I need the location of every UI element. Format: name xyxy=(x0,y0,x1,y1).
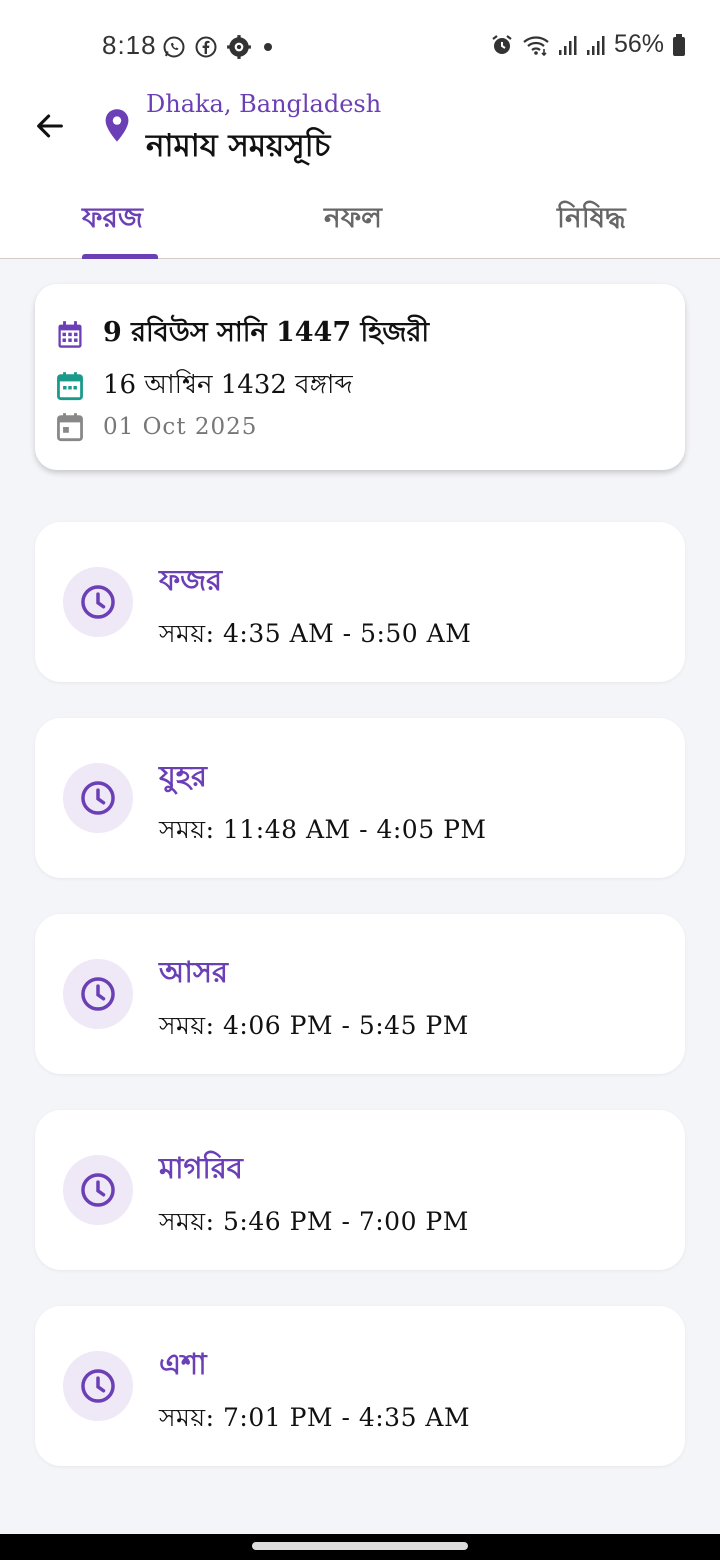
hijri-date: 9 রবিউস সানি 1447 হিজরী xyxy=(103,317,430,348)
prayer-card-asr[interactable]: আসর সময়: 4:06 PM - 5:45 PM xyxy=(35,914,685,1074)
calendar-month-icon xyxy=(55,371,85,401)
tab-farz[interactable]: ফরজ xyxy=(82,196,143,243)
location-label[interactable]: Dhaka, Bangladesh xyxy=(146,90,381,118)
clock-icon xyxy=(81,1369,115,1403)
signal-icon xyxy=(558,34,578,56)
location-pin-icon xyxy=(102,108,132,148)
system-icons: 56% xyxy=(490,30,686,59)
calendar-today-icon xyxy=(55,412,85,442)
prayer-card-fajr[interactable]: ফজর সময়: 4:35 AM - 5:50 AM xyxy=(35,522,685,682)
clock-badge xyxy=(63,959,133,1029)
battery-percent: 56% xyxy=(613,30,664,58)
hijri-date-row: 9 রবিউস সানি 1447 হিজরী xyxy=(55,312,429,357)
prayer-time: সময়: 11:48 AM - 4:05 PM xyxy=(159,815,487,844)
notification-icons xyxy=(162,34,276,60)
tab-forbidden[interactable]: নিষিদ্ধ xyxy=(557,196,626,243)
clock-icon xyxy=(81,1173,115,1207)
system-nav-bar xyxy=(0,1534,720,1560)
gear-notification-icon xyxy=(226,34,252,60)
prayer-time: সময়: 5:46 PM - 7:00 PM xyxy=(159,1207,469,1236)
prayer-name: আসর xyxy=(159,955,228,989)
facebook-icon xyxy=(194,35,218,59)
gregorian-date: 01 Oct 2025 xyxy=(103,414,258,440)
tab-bar: ফরজ নফল নিষিদ্ধ xyxy=(0,180,720,259)
wifi-icon xyxy=(522,33,550,57)
clock-icon xyxy=(81,585,115,619)
clock-badge xyxy=(63,1155,133,1225)
back-arrow-icon xyxy=(37,114,63,138)
calendar-icon xyxy=(55,320,85,350)
app-header: Dhaka, Bangladesh নামায সময়সূচি xyxy=(0,90,720,180)
alarm-icon xyxy=(490,33,514,57)
prayer-card-dhuhr[interactable]: যুহর সময়: 11:48 AM - 4:05 PM xyxy=(35,718,685,878)
home-indicator[interactable] xyxy=(252,1542,468,1550)
prayer-card-isha[interactable]: এশা সময়: 7:01 PM - 4:35 AM xyxy=(35,1306,685,1466)
clock-icon xyxy=(81,977,115,1011)
page-title: নামায সময়সূচি xyxy=(146,128,331,164)
status-time: 8:18 xyxy=(102,30,157,60)
prayer-card-maghrib[interactable]: মাগরিব সময়: 5:46 PM - 7:00 PM xyxy=(35,1110,685,1270)
bangla-date: 16 আশ্বিন 1432 বঙ্গাব্দ xyxy=(103,370,353,400)
prayer-time: সময়: 4:06 PM - 5:45 PM xyxy=(159,1011,469,1040)
whatsapp-icon xyxy=(162,35,186,59)
prayer-name: যুহর xyxy=(159,759,207,793)
battery-icon xyxy=(672,33,686,57)
prayer-time: সময়: 7:01 PM - 4:35 AM xyxy=(159,1403,471,1432)
tab-nafl[interactable]: নফল xyxy=(324,196,382,243)
back-button[interactable] xyxy=(26,102,74,150)
gregorian-date-row: 01 Oct 2025 xyxy=(55,412,257,442)
prayer-name: এশা xyxy=(159,1347,207,1381)
clock-badge xyxy=(63,763,133,833)
signal-icon xyxy=(586,34,606,56)
clock-badge xyxy=(63,567,133,637)
dot-icon xyxy=(260,39,276,55)
bangla-date-row: 16 আশ্বিন 1432 বঙ্গাব্দ xyxy=(55,364,353,408)
status-bar: 8:18 56% xyxy=(0,0,720,92)
date-card: 9 রবিউস সানি 1447 হিজরী 16 আশ্বিন 1432 ব… xyxy=(35,284,685,470)
active-tab-indicator xyxy=(82,254,158,259)
clock-icon xyxy=(81,781,115,815)
prayer-name: মাগরিব xyxy=(159,1151,243,1185)
prayer-time: সময়: 4:35 AM - 5:50 AM xyxy=(159,619,472,648)
prayer-name: ফজর xyxy=(159,563,223,597)
clock-badge xyxy=(63,1351,133,1421)
